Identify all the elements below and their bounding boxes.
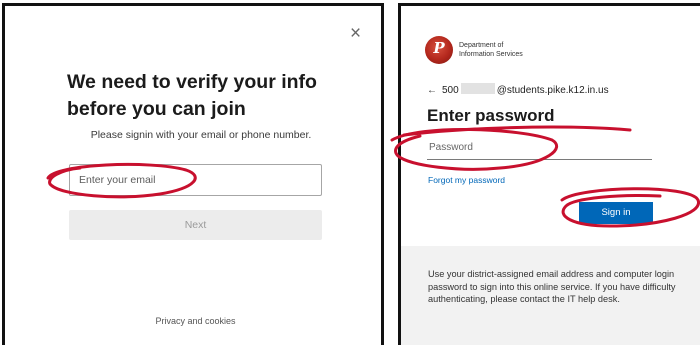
dialog-subtitle: Please signin with your email or phone n… [90, 129, 312, 141]
password-placeholder: Password [429, 142, 473, 153]
logo-letter: P [433, 39, 445, 57]
redacted-block [460, 83, 495, 94]
district-logo-icon: P [425, 36, 453, 64]
privacy-cookies-link[interactable]: Privacy and cookies [69, 316, 322, 326]
back-arrow-icon[interactable]: ← [427, 85, 437, 96]
dialog-title: We need to verify your info before you c… [67, 71, 317, 120]
close-icon[interactable]: × [350, 24, 361, 43]
help-text: Use your district-assigned email address… [428, 269, 676, 304]
org-name: Department of Information Services [459, 42, 523, 58]
help-box: Use your district-assigned email address… [401, 246, 700, 345]
enter-password-page: P Department of Information Services ← 50… [398, 3, 700, 345]
password-input[interactable]: Password [427, 137, 652, 160]
page-title: Enter password [427, 106, 555, 125]
verify-info-dialog: × We need to verify your info before you… [2, 3, 384, 345]
forgot-password-link[interactable]: Forgot my password [428, 175, 505, 185]
next-button[interactable]: Next [69, 210, 322, 240]
email-placeholder: Enter your email [79, 174, 156, 186]
account-row: ← 500 @students.pike.k12.in.us [427, 83, 609, 96]
account-prefix: 500 [442, 85, 459, 96]
email-input[interactable]: Enter your email [69, 164, 322, 196]
account-suffix: @students.pike.k12.in.us [496, 85, 609, 96]
sign-in-button[interactable]: Sign in [579, 202, 653, 224]
